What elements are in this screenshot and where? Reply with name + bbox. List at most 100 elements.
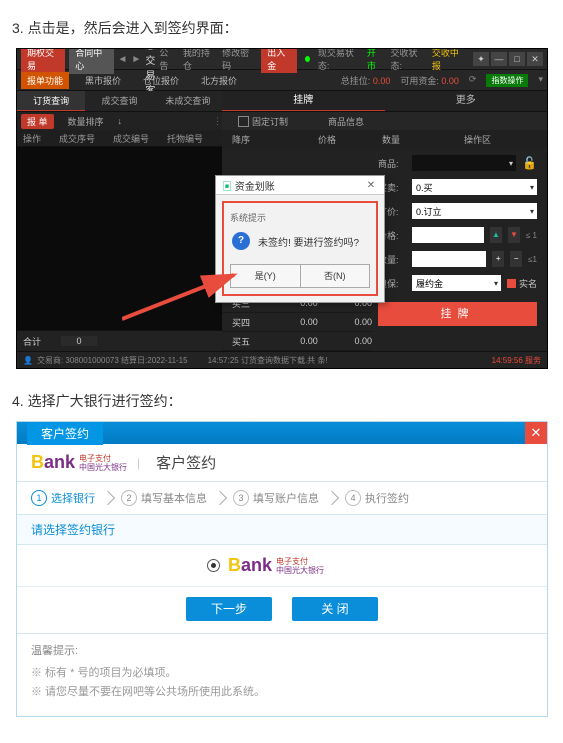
deposit-button[interactable]: 出入金 (261, 48, 296, 73)
step-3: 3填写账户信息 (233, 490, 319, 506)
qty-input[interactable] (412, 251, 486, 267)
next-button[interactable]: 下一步 (186, 597, 272, 621)
left-foot-value: 0 (61, 336, 97, 346)
fee-select[interactable]: 履约金 ▾ (412, 275, 501, 291)
step-label: 选择银行 (51, 490, 95, 506)
close-status-value: 交收中报 (432, 48, 463, 72)
depth-row: 买五 0.00 0.00 (222, 332, 372, 351)
nav-prev-icon[interactable]: ◄ (118, 54, 128, 65)
dialog-title: 资金划账 (235, 182, 275, 193)
market-status-value: 开市 (367, 48, 383, 72)
lock-icon[interactable]: 🔓 (522, 156, 537, 170)
step-2: 2填写基本信息 (121, 490, 207, 506)
type-value: 0.订立 (416, 205, 442, 218)
dropdown-icon: ▾ (494, 279, 501, 288)
bank-choice-row[interactable]: Bank 电子支付 中国光大银行 (17, 545, 547, 587)
tool-tab-2[interactable]: 黑市报价 (79, 72, 127, 89)
price-input[interactable] (412, 227, 484, 243)
left-tab-filled[interactable]: 成交查询 (85, 91, 153, 111)
left-foot-label: 合计 (23, 335, 41, 348)
col-fillid: 成交编号 (113, 132, 149, 145)
bank-top-tab[interactable]: 客户签约 (27, 422, 103, 445)
bank-titlebar: 客户签约 ✕ (17, 422, 547, 444)
index-ops-button[interactable]: 指数操作 (486, 74, 528, 87)
price-down[interactable]: ▼ (508, 227, 520, 243)
left-tab-unfilled[interactable]: 未成交查询 (154, 91, 222, 111)
dialog-close-icon[interactable]: ✕ (364, 180, 378, 191)
titlebar-tab-1[interactable]: 期权交易 (21, 48, 65, 74)
status-dot-icon (305, 56, 310, 62)
market-status-label: 现交易状态: (318, 48, 359, 72)
margin-value: 0.00 (441, 76, 459, 86)
qty-up[interactable]: + (492, 251, 504, 267)
step-label: 执行签约 (365, 490, 409, 506)
status-user-text: 交易商: 308001000073 结算日:2022-11-15 (37, 355, 188, 366)
tab-more[interactable]: 更多 (385, 91, 548, 111)
choice-sub2: 中国光大银行 (276, 566, 324, 575)
depth-price: 0.00 (282, 336, 318, 346)
close-button[interactable]: 关 闭 (292, 597, 378, 621)
bank-header: Bank 电子支付 中国光大银行 | 客户签约 (17, 444, 547, 482)
close-status-label: 交收状态: (391, 48, 424, 72)
link-changepwd[interactable]: 修改密码 (222, 48, 253, 72)
side-select[interactable]: 0.买 ▾ (412, 179, 537, 195)
dropdown-icon: ▾ (530, 207, 537, 216)
hints-title: 温馨提示: (31, 642, 533, 658)
type-select[interactable]: 0.订立 ▾ (412, 203, 537, 219)
tool-tab-order[interactable]: 报单功能 (21, 72, 69, 89)
prod-label: 商品: (378, 157, 406, 170)
product-select[interactable]: ▾ (412, 155, 516, 171)
side-value: 0.买 (416, 181, 433, 194)
bank-signup-screenshot: 客户签约 ✕ Bank 电子支付 中国光大银行 | 客户签约 1选择银行 2填写… (16, 421, 548, 717)
maximize-icon[interactable]: □ (509, 52, 525, 66)
qty-down[interactable]: − (510, 251, 522, 267)
submit-order-button[interactable]: 报 单 (21, 114, 54, 129)
step-label: 填写基本信息 (141, 490, 207, 506)
list-order-button[interactable]: 挂牌 (378, 302, 537, 326)
bank-close-icon[interactable]: ✕ (525, 422, 547, 444)
nav-next-icon[interactable]: ► (131, 54, 141, 65)
radio-icon (207, 559, 220, 572)
sort-label: 数量排序 (68, 115, 104, 128)
bank-logo: Bank 电子支付 中国光大银行 (31, 452, 127, 473)
left-pane: 订货查询 成交查询 未成交查询 报 单 数量排序 ↓ ⋮ 操作 成交序号 成交编… (17, 91, 222, 351)
question-icon: ? (232, 232, 250, 250)
realname-checkbox[interactable]: 实名 (507, 277, 537, 290)
app-statusbar: 👤 交易商: 308001000073 结算日:2022-11-15 14:57… (17, 351, 547, 368)
bank-option-logo: Bank 电子支付 中国光大银行 (228, 555, 324, 576)
toolbox-icon[interactable]: ✦ (473, 52, 489, 66)
tab-listing[interactable]: 挂牌 (222, 91, 385, 111)
checkbox-icon (507, 279, 516, 288)
left-more-icon[interactable]: ⋮ (213, 116, 222, 127)
dialog-yes-button[interactable]: 是(Y) (230, 264, 301, 288)
col-ops: 操作区 (418, 133, 547, 146)
step-1: 1选择银行 (31, 490, 95, 506)
close-icon[interactable]: ✕ (527, 52, 543, 66)
refresh-icon[interactable]: ⟳ (469, 74, 477, 87)
minimize-icon[interactable]: ― (491, 52, 507, 66)
price-up[interactable]: ▲ (490, 227, 502, 243)
app-titlebar: 期权交易 合同中心 ◄ ► 北方生态交易客户端 公告 我的持仓 修改密码 出入金… (17, 49, 547, 70)
user-icon: 👤 (23, 356, 33, 365)
tool-tab-3[interactable]: 仓位报价 (137, 72, 185, 89)
link-announce[interactable]: 公告 (159, 48, 175, 72)
titlebar-tab-2[interactable]: 合同中心 (69, 48, 113, 74)
chevron-down-icon[interactable]: ▾ (538, 74, 543, 87)
hint-line: ※ 标有 * 号的项目为必填项。 (31, 664, 533, 680)
link-positions[interactable]: 我的持仓 (183, 48, 214, 72)
fixed-order-label: 固定订制 (252, 115, 288, 128)
left-tab-orders[interactable]: 订货查询 (17, 91, 85, 111)
depth-qty: 0.00 (336, 317, 372, 327)
dialog-no-button[interactable]: 否(N) (301, 264, 371, 288)
tool-tab-4[interactable]: 北方报价 (195, 72, 243, 89)
depth-name: 买四 (232, 316, 264, 329)
status-right-text: 14:59:56 服务 (492, 355, 541, 366)
chevron-right-icon (325, 491, 339, 505)
sort-dir-icon[interactable]: ↓ (118, 116, 123, 126)
bank-hints: 温馨提示: ※ 标有 * 号的项目为必填项。 ※ 请您尽量不要在网吧等公共场所使… (17, 634, 547, 716)
hint-line: ※ 请您尽量不要在网吧等公共场所使用此系统。 (31, 683, 533, 699)
margin-label: 可用资金: (400, 76, 439, 86)
fund-transfer-dialog: ▣ 资金划账 ✕ 系统提示 ? 未签约! 要进行签约吗? 是(Y) 否(N) (215, 175, 385, 303)
fixed-order-checkbox[interactable]: 固定订制 (238, 115, 288, 128)
product-info-link[interactable]: 商品信息 (328, 115, 364, 128)
